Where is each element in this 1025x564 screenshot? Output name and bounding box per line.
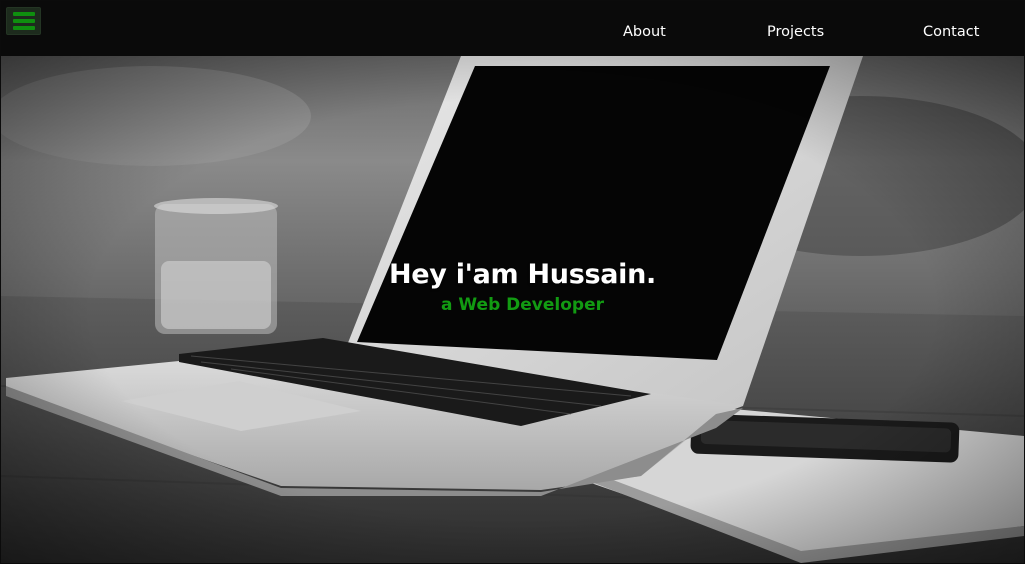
hero-title: Hey i'am Hussain. (389, 259, 656, 290)
top-navbar: About Projects Contact (1, 1, 1024, 56)
hamburger-menu-icon[interactable] (6, 7, 41, 35)
menu-bar (12, 19, 35, 23)
hero-section: Hey i'am Hussain. a Web Developer (1, 56, 1024, 563)
hero-subtitle: a Web Developer (441, 295, 604, 315)
menu-bar (12, 12, 35, 16)
nav-link-about[interactable]: About (623, 24, 666, 40)
nav-link-contact[interactable]: Contact (923, 24, 979, 40)
nav-link-projects[interactable]: Projects (767, 24, 824, 40)
menu-bar (12, 26, 35, 30)
